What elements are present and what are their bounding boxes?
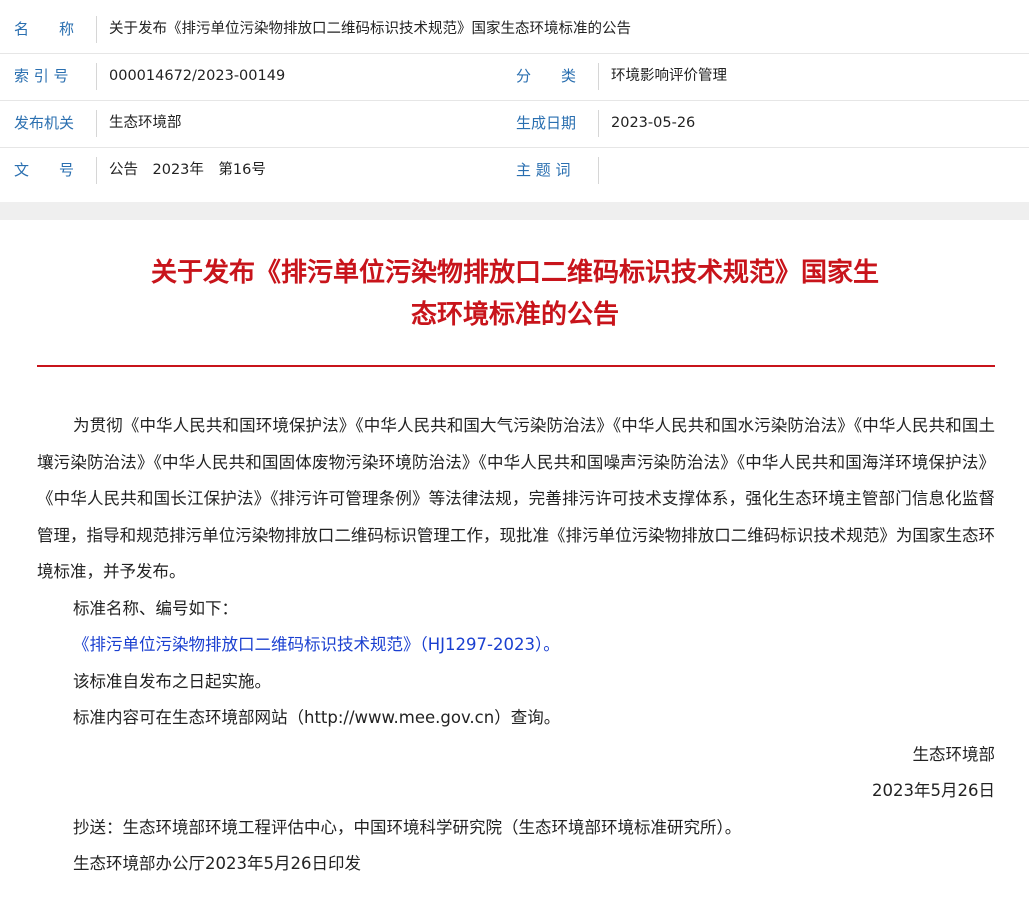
effective-line: 该标准自发布之日起实施。 [73, 671, 271, 691]
date-label: 生成日期 [516, 114, 577, 132]
name-label: 名 称 [14, 20, 75, 38]
category-label: 分 类 [516, 67, 577, 85]
article-title-line-2: 态环境标准的公告 [410, 300, 619, 330]
document-metadata-table: 名 称 关于发布《排污单位污染物排放口二维码标识技术规范》国家生态环境标准的公告… [0, 0, 1029, 202]
category-value: 环境影响评价管理 [611, 68, 727, 84]
standard-link-line: 《排污单位污染物排放口二维码标识技术规范》（HJ1297-2023）。 [37, 627, 995, 664]
divider [598, 110, 599, 137]
signature-org: 生态环境部 [912, 744, 996, 764]
standard-intro: 标准名称、编号如下： [73, 598, 238, 618]
main-paragraph: 为贯彻《中华人民共和国环境保护法》《中华人民共和国大气污染防治法》《中华人民共和… [37, 416, 995, 581]
name-value: 关于发布《排污单位污染物排放口二维码标识技术规范》国家生态环境标准的公告 [109, 21, 631, 37]
section-separator-band [0, 202, 1029, 220]
cc-line: 抄送：生态环境部环境工程评估中心，中国环境科学研究院（生态环境部环境标准研究所）… [73, 817, 742, 837]
docno-label: 文 号 [14, 161, 75, 179]
signature-date: 2023年5月26日 [872, 781, 995, 800]
title-divider [37, 365, 995, 367]
meta-row-docno: 文 号 公告 2023年 第16号 主 题 词 [0, 147, 1029, 194]
docno-value: 公告 2023年 第16号 [109, 162, 266, 178]
website-line: 标准内容可在生态环境部网站（http://www.mee.gov.cn）查询。 [73, 708, 561, 727]
date-value: 2023-05-26 [611, 115, 696, 131]
meta-row-issuer: 发布机关 生态环境部 生成日期 2023-05-26 [0, 100, 1029, 148]
standard-link[interactable]: 《排污单位污染物排放口二维码标识技术规范》（HJ1297-2023）。 [73, 635, 560, 654]
article-title-line-1: 关于发布《排污单位污染物排放口二维码标识技术规范》国家生 [150, 258, 879, 288]
divider [598, 63, 599, 90]
divider [598, 157, 599, 184]
index-label: 索 引 号 [14, 67, 69, 85]
subject-label: 主 题 词 [516, 161, 571, 179]
meta-row-name: 名 称 关于发布《排污单位污染物排放口二维码标识技术规范》国家生态环境标准的公告 [0, 6, 1029, 54]
article-body: 为贯彻《中华人民共和国环境保护法》《中华人民共和国大气污染防治法》《中华人民共和… [37, 408, 995, 883]
print-line: 生态环境部办公厅2023年5月26日印发 [73, 854, 361, 873]
divider [96, 16, 97, 43]
divider [96, 63, 97, 90]
issuer-value: 生态环境部 [109, 115, 182, 131]
article-title: 关于发布《排污单位污染物排放口二维码标识技术规范》国家生 态环境标准的公告 [60, 252, 970, 336]
issuer-label: 发布机关 [14, 114, 75, 132]
divider [96, 157, 97, 184]
index-value: 000014672/2023-00149 [109, 68, 286, 84]
meta-row-index: 索 引 号 000014672/2023-00149 分 类 环境影响评价管理 [0, 53, 1029, 101]
divider [96, 110, 97, 137]
